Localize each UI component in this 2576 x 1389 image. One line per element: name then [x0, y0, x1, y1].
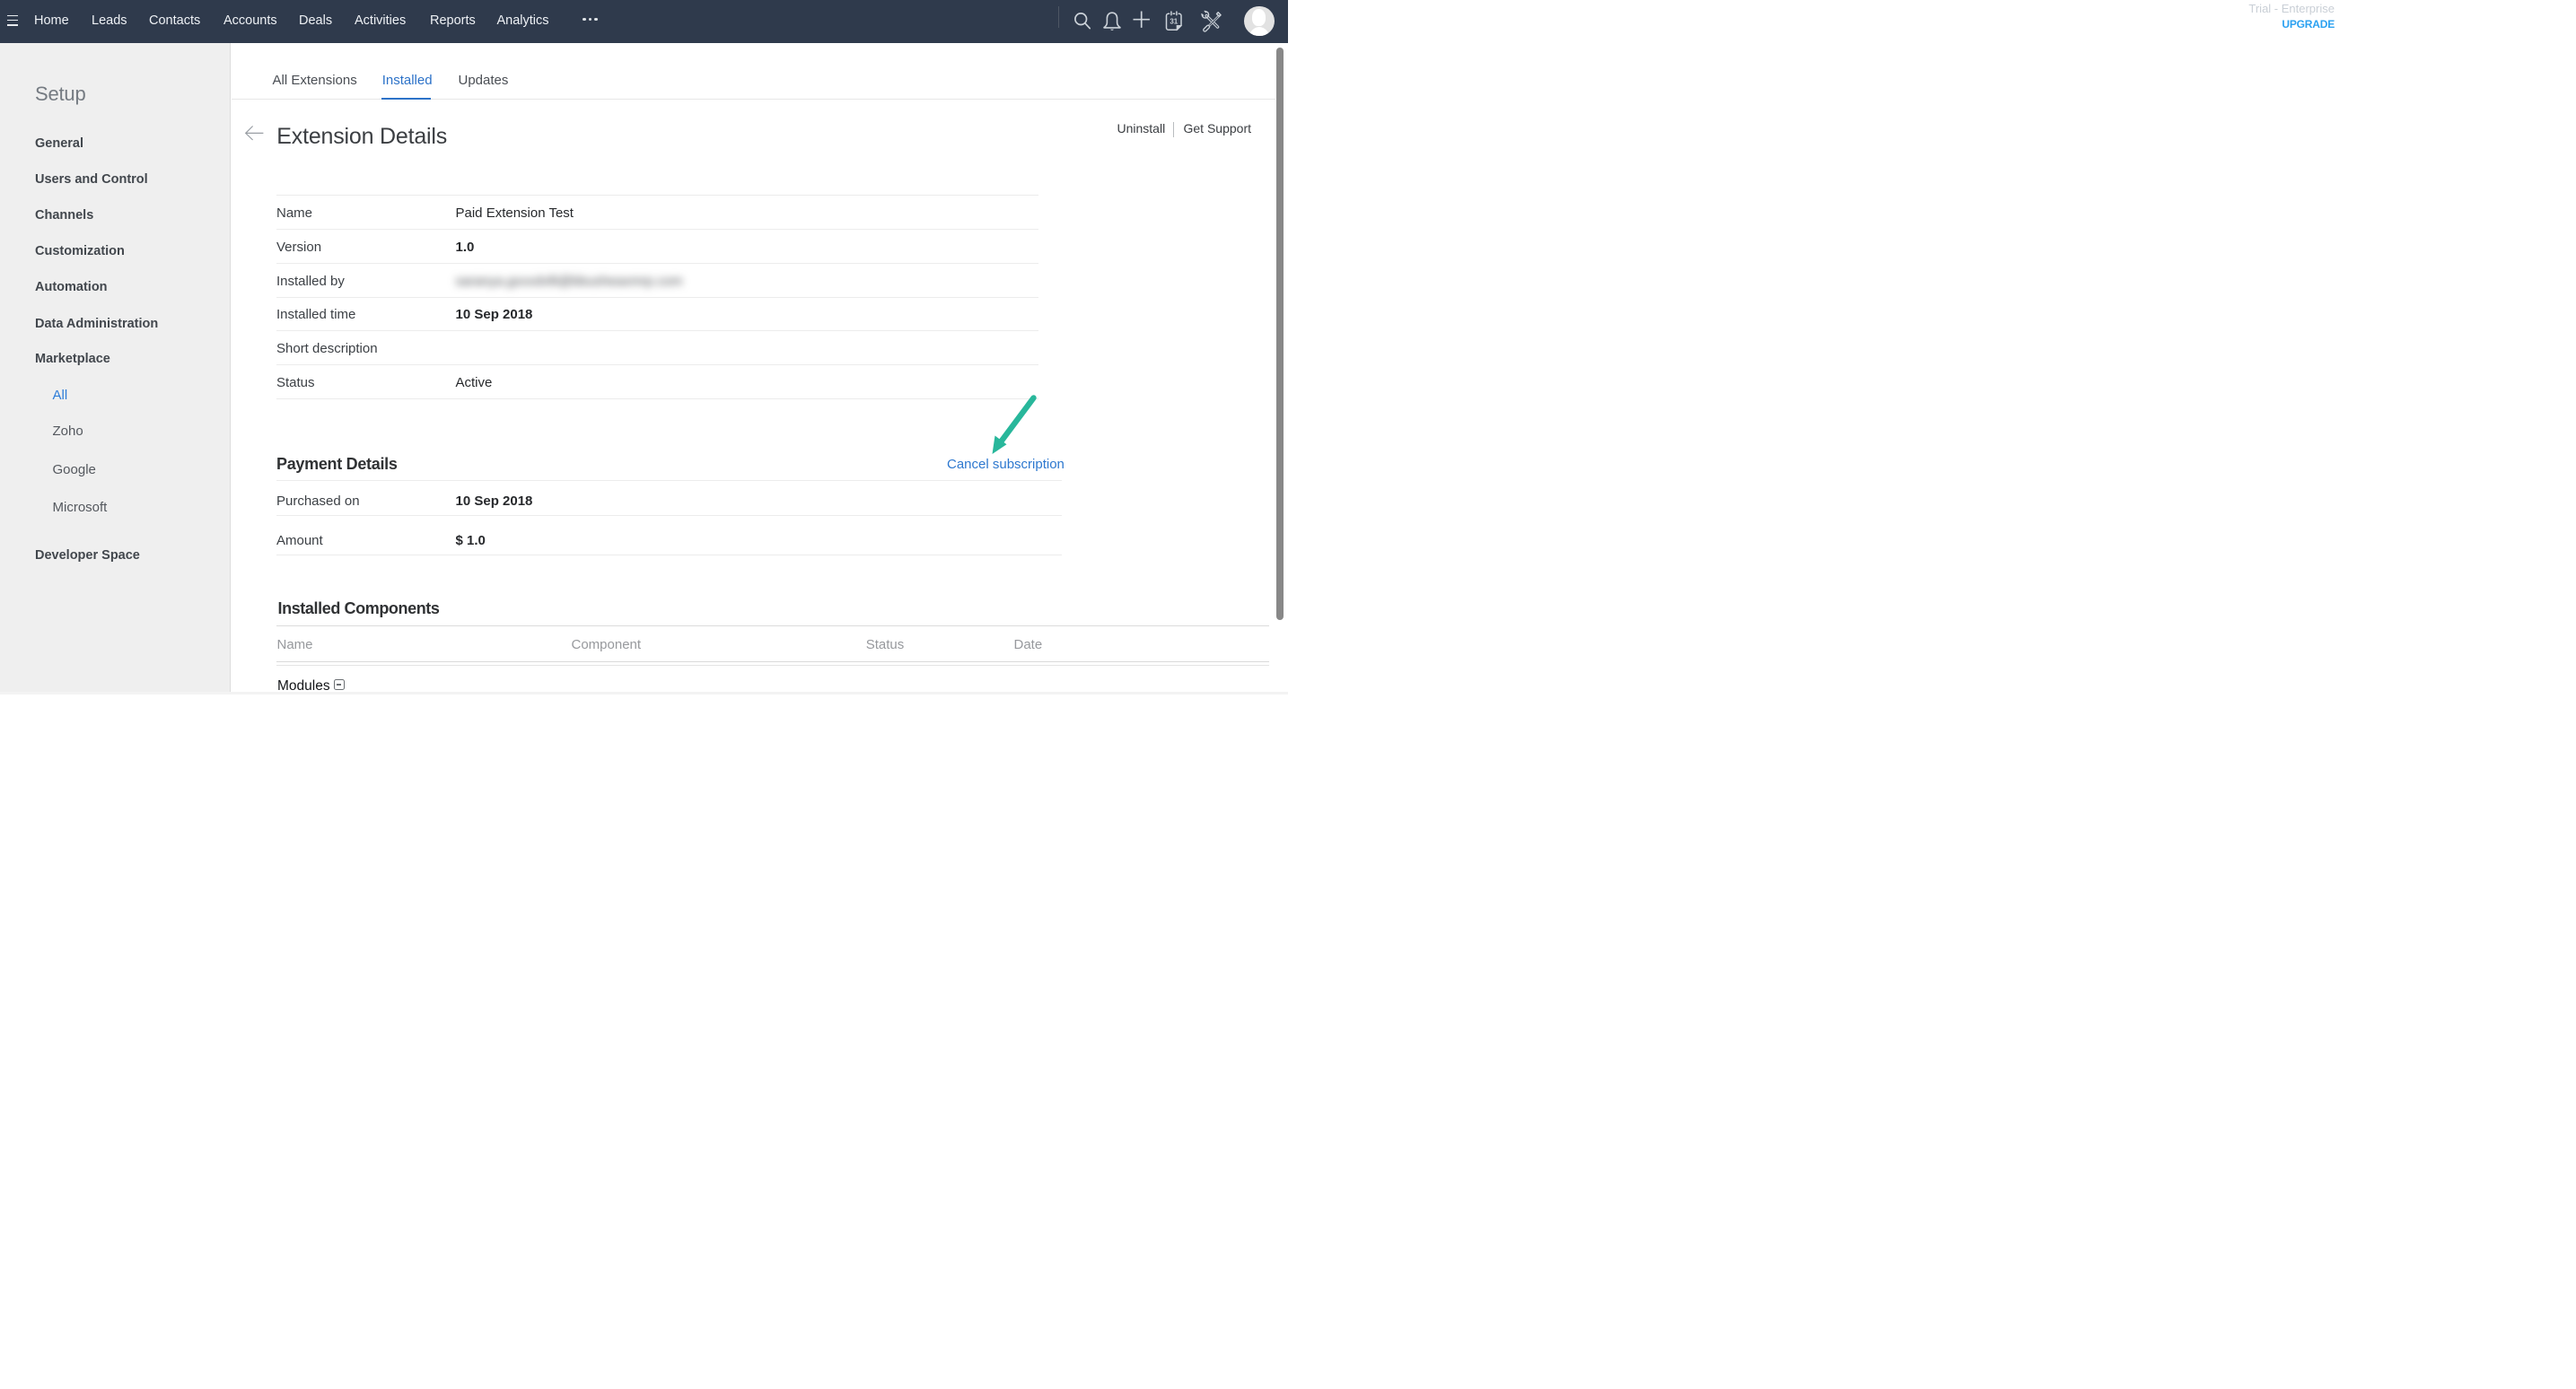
- svg-text:31: 31: [1170, 18, 1178, 26]
